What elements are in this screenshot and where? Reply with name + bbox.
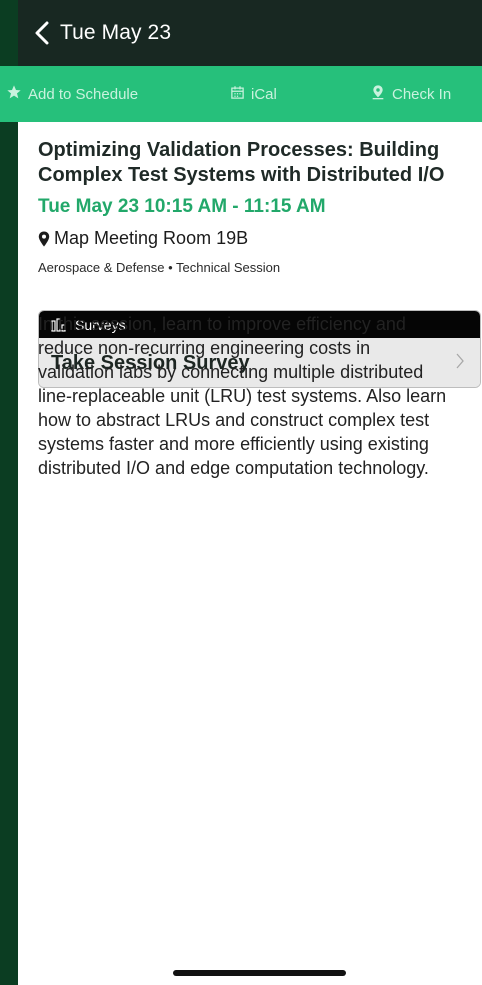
chevron-right-icon	[456, 353, 464, 374]
session-time: Tue May 23 10:15 AM - 11:15 AM	[38, 196, 326, 217]
ical-button[interactable]: iCal	[230, 66, 277, 122]
add-to-schedule-button[interactable]: Add to Schedule	[6, 66, 138, 122]
map-pin-icon	[370, 84, 392, 104]
calendar-icon	[230, 85, 251, 104]
check-in-label: Check In	[392, 85, 452, 103]
session-description: In this session, learn to improve effici…	[38, 314, 447, 478]
back-button-label[interactable]: Tue May 23	[60, 21, 171, 45]
ical-label: iCal	[251, 85, 277, 103]
session-title: Optimizing Validation Processes: Buildin…	[38, 139, 445, 186]
top-navbar: Tue May 23	[18, 0, 482, 66]
side-strip	[0, 0, 18, 985]
home-indicator[interactable]	[173, 970, 346, 976]
session-content: Optimizing Validation Processes: Buildin…	[18, 122, 482, 985]
location-label: Map Meeting Room 19B	[54, 228, 249, 248]
session-tags: Aerospace & Defense • Technical Session	[38, 260, 281, 275]
star-icon	[6, 84, 28, 104]
add-to-schedule-label: Add to Schedule	[28, 85, 139, 103]
chevron-left-icon[interactable]	[32, 19, 52, 47]
pin-icon	[38, 231, 50, 247]
action-bar: Add to Schedule iCal Check In	[0, 66, 482, 122]
check-in-button[interactable]: Check In	[370, 66, 451, 122]
session-location[interactable]: Map Meeting Room 19B	[38, 228, 248, 249]
